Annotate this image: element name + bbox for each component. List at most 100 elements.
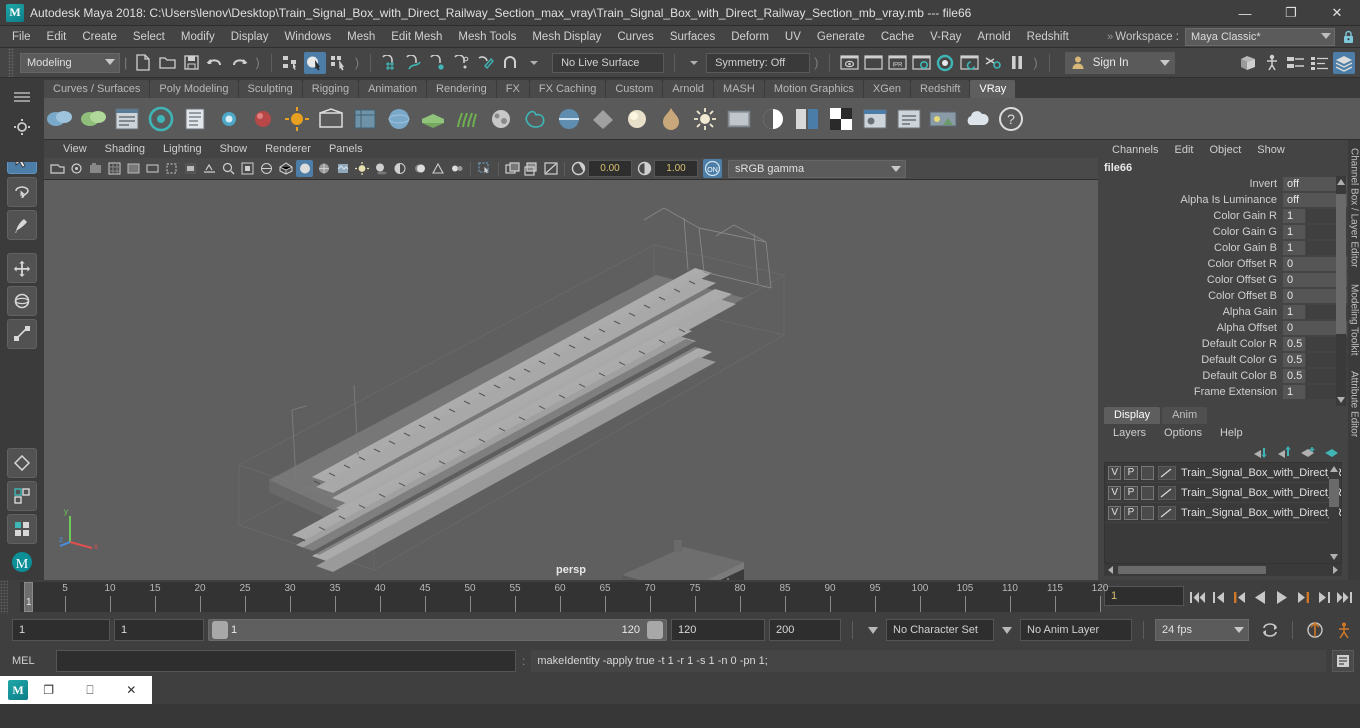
timeline-grip[interactable] bbox=[0, 580, 8, 614]
shelf-tab-poly-modeling[interactable]: Poly Modeling bbox=[150, 80, 238, 98]
attribute-value[interactable]: 0.5 bbox=[1283, 369, 1305, 383]
layer-menu-layers[interactable]: Layers bbox=[1104, 427, 1155, 439]
shelf-vray-render-icon[interactable] bbox=[44, 104, 74, 134]
move-layer-down-icon[interactable] bbox=[1276, 446, 1292, 458]
playback-start-field[interactable]: 1 bbox=[114, 619, 204, 641]
layer-playback-toggle[interactable]: P bbox=[1124, 505, 1138, 520]
shelf-vray-proxy-icon[interactable] bbox=[350, 104, 380, 134]
render-sequence-icon[interactable] bbox=[958, 52, 980, 74]
shelf-tab-rigging[interactable]: Rigging bbox=[302, 80, 359, 98]
shelf-vray-vfb-history-icon[interactable] bbox=[894, 104, 924, 134]
lock-workspace-icon[interactable] bbox=[1340, 28, 1356, 46]
character-set-dropdown-icon[interactable] bbox=[868, 626, 878, 634]
chevron-down-icon[interactable] bbox=[523, 52, 545, 74]
sidebar-tab-channel-box[interactable]: Channel Box / Layer Editor bbox=[1349, 140, 1360, 276]
tab-anim-layers[interactable]: Anim bbox=[1162, 407, 1208, 424]
command-input-field[interactable] bbox=[56, 650, 516, 672]
paint-select-tool-button[interactable] bbox=[7, 210, 37, 240]
menu-item-mesh[interactable]: Mesh bbox=[339, 26, 383, 48]
sidebar-tab-attribute-editor[interactable]: Attribute Editor bbox=[1349, 363, 1360, 445]
image-plane-icon[interactable] bbox=[125, 160, 142, 177]
snap-projected-icon[interactable] bbox=[451, 52, 473, 74]
shelf-vray-clipper-icon[interactable] bbox=[554, 104, 584, 134]
range-start-handle[interactable] bbox=[212, 621, 228, 639]
attribute-row-color-gain-b[interactable]: Color Gain B 1 bbox=[1098, 240, 1348, 256]
shelf-vray-fur-icon[interactable] bbox=[452, 104, 482, 134]
auto-key-icon[interactable] bbox=[1304, 621, 1326, 639]
viewport-menu-view[interactable]: View bbox=[54, 143, 96, 155]
attribute-row-color-offset-b[interactable]: Color Offset B 0 bbox=[1098, 288, 1348, 304]
menu-item-curves[interactable]: Curves bbox=[609, 26, 661, 48]
exposure-wheel-icon[interactable] bbox=[570, 160, 587, 177]
shaded-wireframe-icon[interactable] bbox=[315, 160, 332, 177]
shelf-vray-plane-icon[interactable] bbox=[418, 104, 448, 134]
attribute-row-alpha-offset[interactable]: Alpha Offset 0 bbox=[1098, 320, 1348, 336]
shelf-vray-mtl-icon[interactable] bbox=[724, 104, 754, 134]
new-scene-icon[interactable] bbox=[132, 52, 154, 74]
sign-in-button[interactable]: Sign In bbox=[1064, 51, 1175, 74]
attribute-row-alpha-gain[interactable]: Alpha Gain 1 bbox=[1098, 304, 1348, 320]
maximize-button[interactable]: ❐ bbox=[1268, 0, 1314, 26]
menu-item-mesh-tools[interactable]: Mesh Tools bbox=[450, 26, 524, 48]
script-editor-icon[interactable] bbox=[1332, 650, 1354, 672]
shelf-menu-icon[interactable] bbox=[11, 86, 33, 108]
color-management-dropdown[interactable]: sRGB gamma bbox=[728, 159, 906, 178]
attribute-value[interactable]: 1 bbox=[1283, 241, 1305, 255]
shelf-vray-light-icon[interactable] bbox=[214, 104, 244, 134]
attribute-value[interactable]: 1 bbox=[1283, 225, 1305, 239]
chevron-down-icon[interactable] bbox=[683, 52, 705, 74]
scale-tool-button[interactable] bbox=[7, 319, 37, 349]
shelf-vray-help-icon[interactable]: ? bbox=[996, 104, 1026, 134]
anim-layer-dropdown-icon[interactable] bbox=[1002, 626, 1012, 634]
taskbar-minimize-button[interactable]: ⎕ bbox=[69, 683, 110, 698]
ipr-icon[interactable]: IPR bbox=[886, 52, 908, 74]
layer-list-scrollbar[interactable] bbox=[1329, 463, 1339, 563]
attribute-row-default-color-b[interactable]: Default Color B 0.5 bbox=[1098, 368, 1348, 384]
color-management-toggle-icon[interactable]: ON bbox=[703, 159, 722, 178]
layer-row[interactable]: V P Train_Signal_Box_with_Direct_Rai bbox=[1105, 483, 1341, 503]
time-cursor[interactable]: 1 bbox=[24, 582, 33, 612]
menu-item-generate[interactable]: Generate bbox=[809, 26, 873, 48]
maya-taskbar-icon[interactable]: M bbox=[8, 680, 28, 700]
lock-camera-icon[interactable] bbox=[68, 160, 85, 177]
attribute-row-color-offset-r[interactable]: Color Offset R 0 bbox=[1098, 256, 1348, 272]
camera-attributes-icon[interactable] bbox=[87, 160, 104, 177]
range-bar[interactable]: 1 120 bbox=[208, 619, 667, 641]
attribute-value[interactable]: 1 bbox=[1283, 209, 1305, 223]
layer-name[interactable]: Train_Signal_Box_with_Direct_Rai bbox=[1181, 487, 1341, 499]
motion-blur-icon[interactable] bbox=[410, 160, 427, 177]
layer-color-swatch[interactable] bbox=[1157, 485, 1176, 500]
layer-name[interactable]: Train_Signal_Box_with_Direct_Rai bbox=[1181, 507, 1341, 519]
shelf-vray-mesh-light-icon[interactable] bbox=[520, 104, 550, 134]
exposure-field[interactable]: 0.00 bbox=[588, 160, 632, 177]
sidebar-tab-modeling-toolkit[interactable]: Modeling Toolkit bbox=[1349, 276, 1360, 364]
anim-layer-field[interactable]: No Anim Layer bbox=[1020, 619, 1132, 641]
attribute-value[interactable]: 0.5 bbox=[1283, 337, 1305, 351]
shelf-vray-dome-light-icon[interactable] bbox=[248, 104, 278, 134]
shelf-vray-render-green-icon[interactable] bbox=[78, 104, 108, 134]
channel-box-scrollbar[interactable] bbox=[1336, 176, 1346, 406]
isolate-select-icon[interactable] bbox=[239, 160, 256, 177]
layer-name[interactable]: Train_Signal_Box_with_Direct_Rai bbox=[1181, 467, 1341, 479]
viewport-3d[interactable]: y z x persp bbox=[44, 180, 1098, 580]
layout-single-pane-button[interactable] bbox=[7, 448, 37, 478]
attribute-row-frame-extension[interactable]: Frame Extension 1 bbox=[1098, 384, 1348, 400]
shelf-tab-mash[interactable]: MASH bbox=[714, 80, 764, 98]
snap-grid-icon[interactable] bbox=[379, 52, 401, 74]
menu-item-uv[interactable]: UV bbox=[777, 26, 809, 48]
select-hierarchy-icon[interactable] bbox=[280, 52, 302, 74]
attribute-row-color-gain-r[interactable]: Color Gain R 1 bbox=[1098, 208, 1348, 224]
shelf-tab-curves-surfaces[interactable]: Curves / Surfaces bbox=[44, 80, 150, 98]
tab-display-layers[interactable]: Display bbox=[1104, 407, 1161, 424]
gamma-field[interactable]: 1.00 bbox=[654, 160, 698, 177]
scrollbar-thumb[interactable] bbox=[1336, 194, 1346, 334]
shelf-vray-render-elements-icon[interactable] bbox=[860, 104, 890, 134]
layer-lock-toggle[interactable] bbox=[1140, 485, 1154, 500]
viewport-select-icon[interactable] bbox=[476, 160, 493, 177]
shelf-vray-settings-icon[interactable] bbox=[180, 104, 210, 134]
open-scene-icon[interactable] bbox=[156, 52, 178, 74]
layout-four-pane-button[interactable] bbox=[7, 514, 37, 544]
select-object-icon[interactable] bbox=[303, 51, 326, 74]
play-backwards-icon[interactable] bbox=[1251, 588, 1270, 607]
loop-playback-icon[interactable] bbox=[1259, 623, 1281, 637]
